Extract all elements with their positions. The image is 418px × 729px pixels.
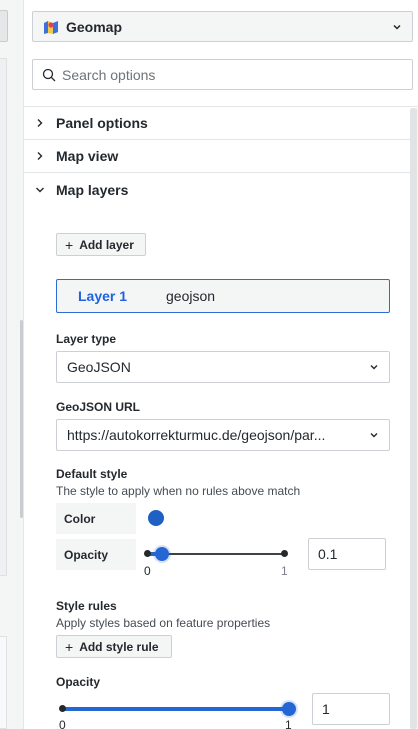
search-options[interactable]: [32, 59, 413, 90]
layer-type-value: GeoJSON: [67, 359, 131, 375]
plus-icon: +: [65, 236, 74, 253]
default-style-description: The style to apply when no rules above m…: [56, 484, 301, 498]
opacity-label: Opacity: [56, 539, 136, 570]
geojson-url-label: GeoJSON URL: [56, 400, 141, 414]
slider-handle[interactable]: [282, 702, 296, 716]
layer-opacity-input[interactable]: [312, 693, 390, 725]
slider-min-dot: [144, 550, 151, 557]
chevron-right-icon: [37, 119, 43, 127]
slider-handle[interactable]: [154, 547, 169, 561]
default-opacity-input[interactable]: [308, 538, 386, 570]
geojson-url-select[interactable]: https://autokorrekturmuc.de/geojson/par.…: [56, 419, 390, 451]
editor-splitter-handle[interactable]: [20, 320, 23, 518]
slider-fill: [62, 707, 289, 711]
chevron-down-icon: [393, 24, 401, 30]
search-icon: [42, 68, 56, 81]
query-editor-edge: [0, 636, 7, 729]
slider-max-label: 1: [285, 718, 292, 729]
layer-type-select[interactable]: GeoJSON: [56, 351, 390, 383]
geojson-url-value: https://autokorrekturmuc.de/geojson/par.…: [67, 427, 326, 443]
chevron-down-icon: [370, 433, 378, 438]
color-swatch[interactable]: [148, 510, 164, 526]
layer-opacity-label: Opacity: [56, 675, 101, 689]
section-title: Map view: [56, 148, 119, 164]
section-map-view[interactable]: Map view: [24, 140, 410, 173]
chevron-down-icon: [36, 187, 44, 192]
layer-type-tag: geojson: [166, 288, 216, 304]
section-title: Panel options: [56, 115, 148, 131]
add-layer-label: Add layer: [79, 237, 134, 252]
default-style-title: Default style: [56, 467, 128, 481]
add-style-rule-label: Add style rule: [79, 639, 159, 654]
visualization-picker[interactable]: Geomap: [32, 11, 413, 42]
section-map-layers[interactable]: Map layers: [24, 173, 410, 206]
chevron-down-icon: [370, 365, 378, 370]
section-title: Map layers: [56, 181, 129, 198]
style-rules-description: Apply styles based on feature properties: [56, 616, 271, 630]
panel-header-edge: [0, 10, 8, 42]
visualization-name: Geomap: [66, 18, 123, 35]
chevron-right-icon: [37, 152, 43, 160]
add-layer-button[interactable]: + Add layer: [56, 233, 146, 256]
slider-max-dot: [281, 550, 288, 557]
plus-icon: +: [65, 638, 74, 655]
slider-min-label: 0: [59, 718, 66, 729]
color-label: Color: [56, 503, 136, 534]
layer-name: Layer 1: [78, 288, 128, 304]
add-style-rule-button[interactable]: + Add style rule: [56, 635, 172, 658]
slider-max-label: 1: [281, 564, 288, 578]
layer-list-item[interactable]: Layer 1 geojson: [56, 279, 390, 313]
section-panel-options[interactable]: Panel options: [24, 107, 410, 140]
layer-type-label: Layer type: [56, 332, 117, 346]
options-scrollbar-thumb[interactable]: [410, 108, 417, 729]
map-preview-edge: [0, 58, 7, 576]
style-rules-title: Style rules: [56, 599, 117, 613]
slider-min-label: 0: [144, 564, 151, 578]
search-input[interactable]: [62, 66, 403, 83]
slider-min-dot: [59, 705, 66, 712]
geomap-icon: [44, 20, 58, 34]
